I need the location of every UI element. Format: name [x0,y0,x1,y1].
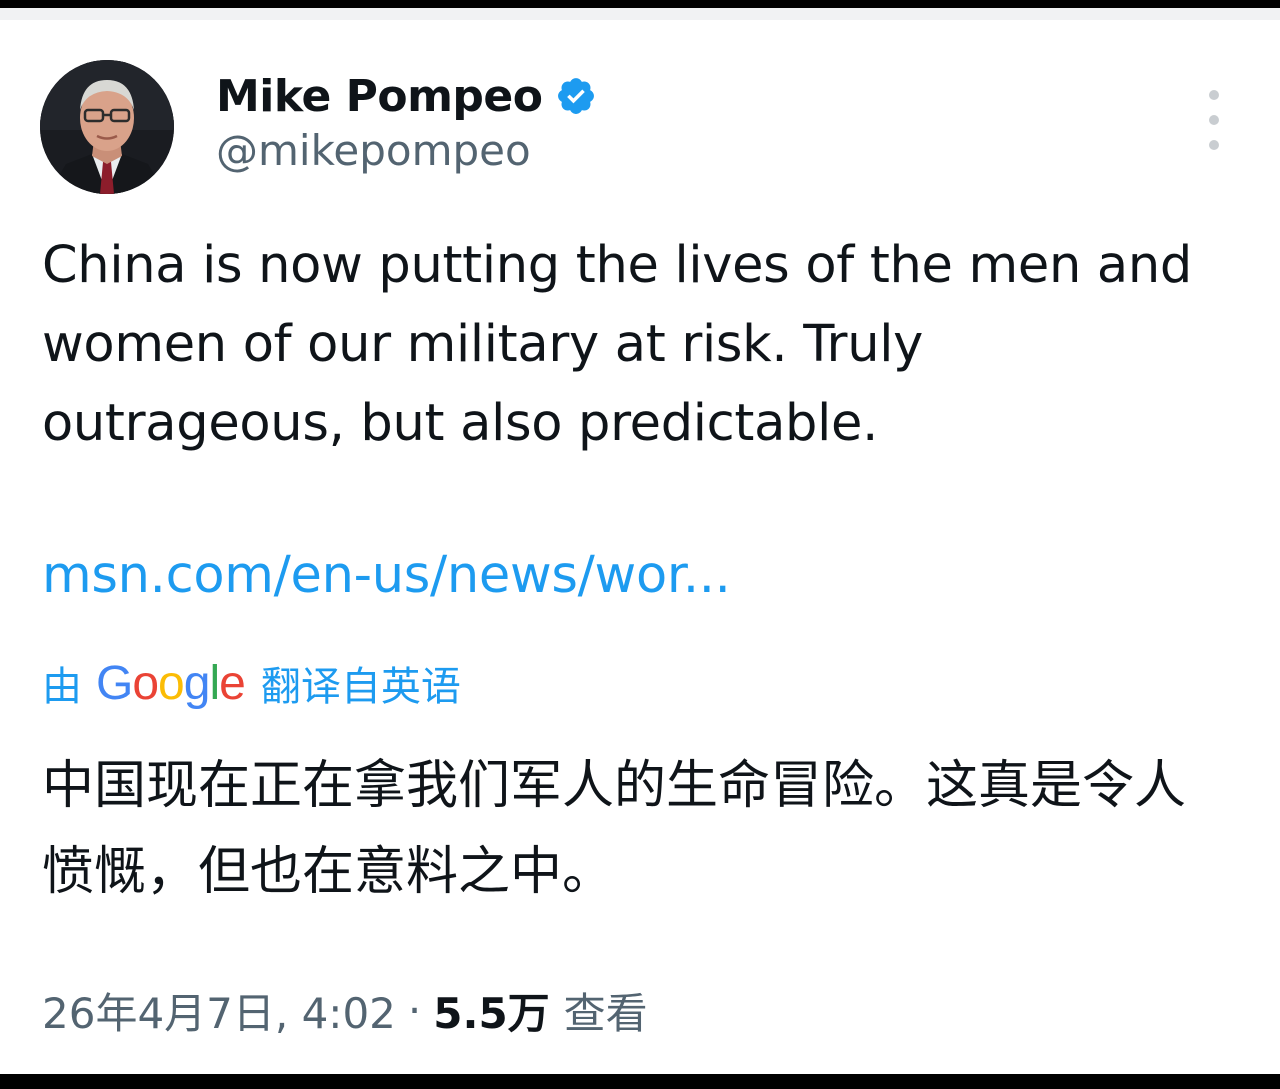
tweet-card: Mike Pompeo @mikepompeo China is now put… [0,8,1280,1074]
tweet-link[interactable]: msn.com/en-us/news/wor... [42,546,731,605]
translation-prefix: 由 [42,664,82,710]
meta-separator: · [407,985,422,1035]
views-label: 查看 [563,988,648,1038]
tweet-meta: 26年4月7日, 4:02 · 5.5万 查看 [42,980,648,1040]
translation-suffix[interactable]: 翻译自英语 [261,654,461,712]
translated-tweet-text: 中国现在正在拿我们军人的生命冒险。这真是令人愤慨，但也在意料之中。 [42,756,1187,902]
more-vertical-icon[interactable] [1196,90,1232,150]
top-divider [0,8,1280,20]
avatar[interactable] [40,60,174,194]
author-display-name[interactable]: Mike Pompeo [216,71,543,122]
google-logo: Google [96,656,246,710]
translation-attribution: 由 Google 翻译自英语 [42,653,461,713]
author-handle[interactable]: @mikepompeo [216,126,531,175]
tweet-timestamp[interactable]: 26年4月7日, 4:02 [42,980,396,1041]
author-name-row: Mike Pompeo [216,66,597,126]
verified-badge-icon[interactable] [555,75,597,117]
views-count: 5.5万 [433,988,550,1038]
tweet-text: China is now putting the lives of the me… [42,236,1192,453]
